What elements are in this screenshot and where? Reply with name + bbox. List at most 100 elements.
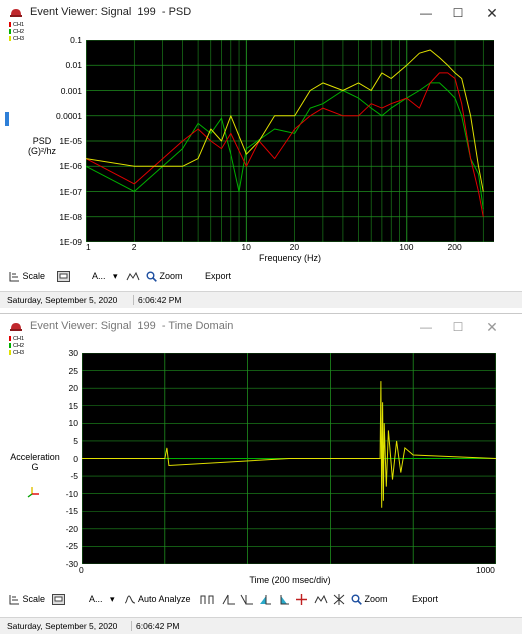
legend-item-ch1: CH1 (9, 336, 24, 343)
app-icon (10, 323, 22, 331)
legend-item-ch2: CH2 (9, 29, 24, 36)
psd-x-tick-label: 200 (447, 242, 462, 252)
status-date: Saturday, September 5, 2020 (7, 621, 118, 631)
peak-icon (314, 595, 328, 604)
close-button[interactable]: ✕ (482, 4, 502, 22)
zoom-button[interactable]: Zoom (146, 269, 183, 283)
time-y-tick-label: 0 (73, 453, 78, 464)
export-button[interactable]: Export (412, 592, 438, 606)
legend-item-ch3: CH3 (9, 36, 24, 43)
rise-marker-icon (222, 594, 235, 605)
time-y-tick-label: 20 (68, 383, 78, 394)
waveform-icon (124, 595, 136, 604)
window-title: Event Viewer: Signal 199 - Time Domain (30, 320, 234, 332)
time-y-tick-label: -20 (65, 523, 78, 534)
cursor-tool-button[interactable] (333, 592, 345, 606)
time-x-tick-start: 0 (79, 565, 84, 575)
psd-titlebar[interactable]: Event Viewer: Signal 199 - PSD — ☐ ✕ (0, 0, 522, 26)
rise-area-icon (260, 595, 271, 605)
fall-area-button[interactable] (276, 592, 290, 606)
time-y-tick-label: 5 (73, 435, 78, 446)
print-button[interactable] (57, 269, 70, 283)
peak-tool-button[interactable] (314, 592, 328, 606)
time-y-tick-label: 30 (68, 348, 78, 358)
analyze-dropdown[interactable]: A... ▾ (92, 269, 118, 283)
psd-y-tick-label: 0.1 (70, 35, 82, 45)
time-x-axis-label: Time (200 msec/div) (249, 575, 331, 585)
series-line-ch1 (86, 72, 484, 217)
time-y-tick-label: -30 (65, 559, 78, 569)
time-y-tick-label: 25 (68, 365, 78, 376)
psd-x-tick-label: 2 (131, 242, 137, 252)
psd-x-axis-label: Frequency (Hz) (258, 253, 321, 263)
psd-x-tick-label: 20 (289, 242, 300, 252)
fall-marker-button[interactable] (240, 592, 254, 606)
print-button[interactable] (52, 592, 65, 606)
time-y-tick-label: -10 (65, 488, 78, 499)
magnifier-icon (146, 271, 157, 282)
close-button[interactable]: ✕ (482, 318, 502, 336)
chevron-down-icon: ▾ (113, 271, 118, 281)
status-time: 6:06:42 PM (133, 295, 181, 305)
rise-area-button[interactable] (258, 592, 272, 606)
peak-icon (126, 272, 140, 281)
time-toolbar: Scale A... ▾ Auto Analyze Zoom Export (0, 588, 522, 610)
cross-lines-icon (333, 594, 345, 606)
rise-marker-button[interactable] (222, 592, 236, 606)
pulse-icon (200, 595, 214, 605)
time-statusbar: Saturday, September 5, 2020 6:06:42 PM (0, 617, 522, 634)
time-y-tick-label: 15 (68, 400, 78, 411)
status-date: Saturday, September 5, 2020 (7, 295, 118, 305)
psd-toolbar: Scale A... ▾ Zoom Export (0, 265, 522, 287)
psd-y-tick-label: 1E-07 (59, 186, 82, 197)
app-icon (10, 9, 22, 17)
pulse-tool-button[interactable] (200, 592, 214, 606)
series-line-ch3 (86, 49, 484, 192)
psd-y-tick-label: 1E-05 (59, 136, 82, 146)
scale-button[interactable]: Scale (9, 592, 45, 606)
time-y-tick-label: 10 (68, 418, 78, 429)
psd-y-tick-label: 0.001 (60, 85, 82, 96)
time-x-tick-end: 1000 (476, 565, 495, 575)
fall-marker-icon (240, 594, 253, 605)
time-y-tick-label: -15 (65, 506, 78, 517)
crosshair-button[interactable] (296, 592, 307, 606)
psd-plot-area[interactable] (86, 40, 494, 242)
magnifier-icon (351, 594, 362, 605)
scale-icon (9, 272, 19, 282)
axis-orientation-icon (27, 487, 39, 498)
crosshair-icon (296, 594, 307, 606)
psd-grid (86, 40, 494, 242)
printer-icon (52, 594, 65, 606)
psd-y-tick-label: 1E-09 (59, 237, 82, 247)
scale-icon (9, 595, 19, 605)
psd-x-tick-label: 10 (241, 242, 251, 252)
legend-item-ch3: CH3 (9, 350, 24, 357)
peak-tool-button[interactable] (126, 269, 140, 283)
maximize-button[interactable]: ☐ (448, 4, 468, 22)
psd-y-tick-label: 1E-08 (59, 211, 82, 222)
psd-y-tick-label: 1E-06 (59, 161, 82, 172)
psd-legend: CH1 CH2 CH3 (9, 22, 24, 43)
fall-area-icon (280, 595, 289, 605)
chevron-down-icon: ▾ (110, 594, 115, 604)
legend-item-ch2: CH2 (9, 343, 24, 350)
legend-item-ch1: CH1 (9, 22, 24, 29)
analyze-dropdown[interactable]: A... ▾ (89, 592, 115, 606)
export-button[interactable]: Export (205, 269, 231, 283)
psd-x-tick-label: 100 (399, 242, 414, 252)
scale-button[interactable]: Scale (9, 269, 45, 283)
time-titlebar[interactable]: Event Viewer: Signal 199 - Time Domain —… (0, 314, 522, 340)
maximize-button[interactable]: ☐ (448, 318, 468, 336)
time-plot-area[interactable] (82, 353, 496, 564)
psd-statusbar: Saturday, September 5, 2020 6:06:42 PM (0, 291, 522, 308)
minimize-button[interactable]: — (416, 318, 436, 336)
window-title: Event Viewer: Signal 199 - PSD (30, 6, 192, 18)
zoom-button[interactable]: Zoom (351, 592, 388, 606)
time-chart (82, 353, 496, 564)
series-line-ch3 (82, 381, 496, 508)
psd-x-tick-label: 1 (86, 242, 91, 252)
auto-analyze-button[interactable]: Auto Analyze (124, 592, 191, 606)
minimize-button[interactable]: — (416, 4, 436, 22)
side-marker (5, 112, 9, 126)
